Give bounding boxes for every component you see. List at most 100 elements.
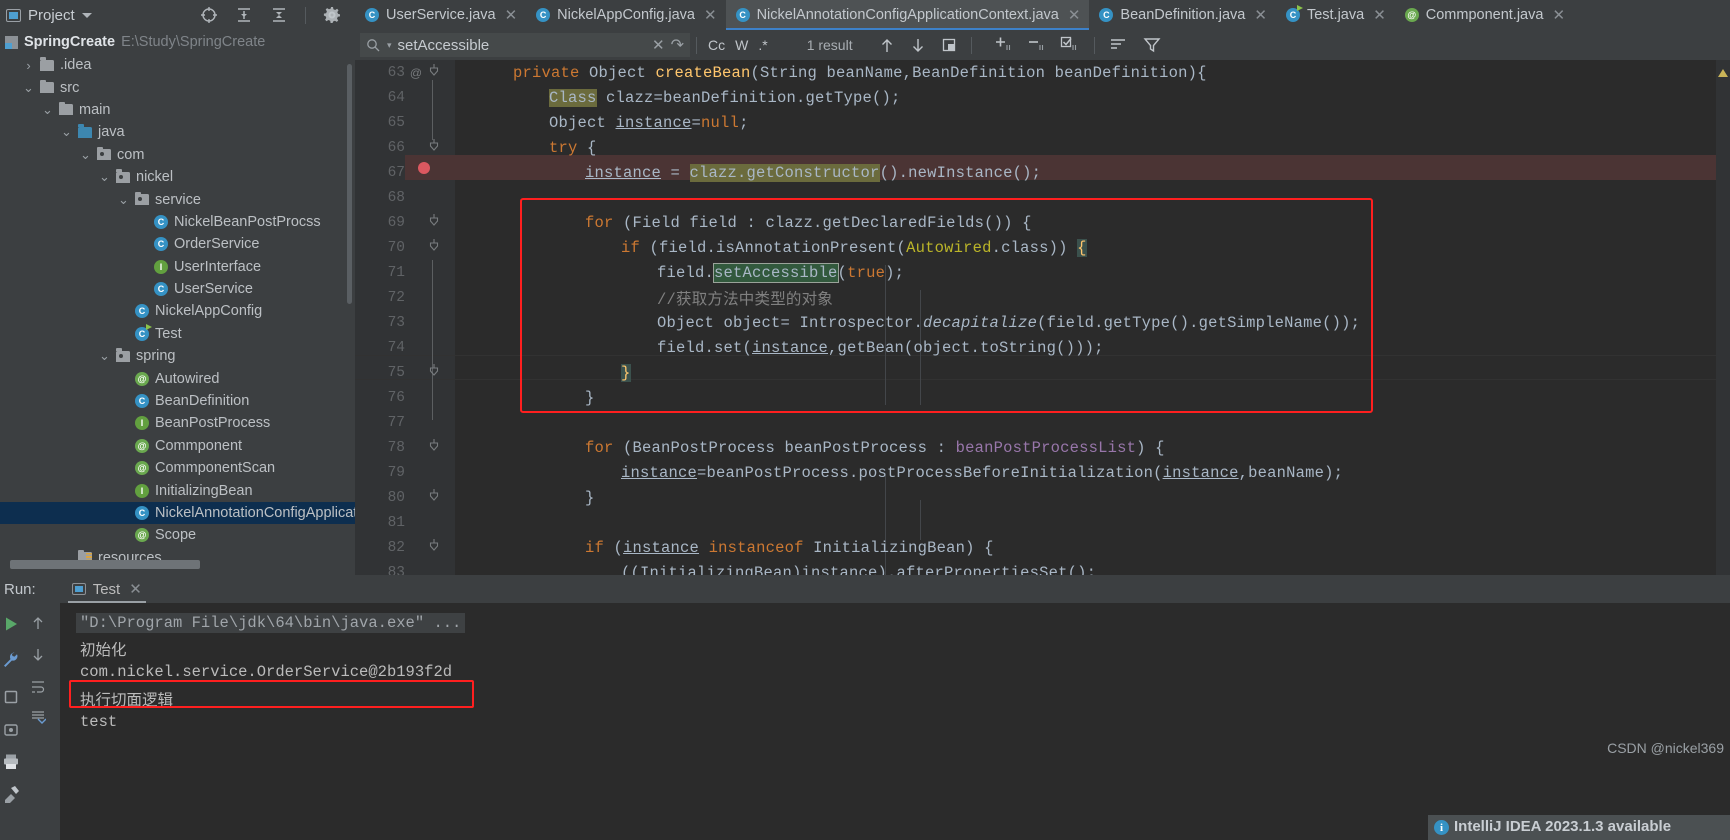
- tree-item-nickelbeanpostprocss[interactable]: C NickelBeanPostProcss: [0, 211, 355, 233]
- fold-region-icon[interactable]: [425, 63, 443, 82]
- search-input[interactable]: ▾ setAccessible ✕ ↷: [360, 33, 690, 57]
- scroll-to-end-icon[interactable]: [30, 709, 46, 725]
- close-icon[interactable]: ✕: [704, 6, 717, 24]
- close-icon[interactable]: ✕: [505, 6, 518, 24]
- fold-region-icon[interactable]: [425, 238, 443, 257]
- tree-item-nickelannotationconfigapplicatio[interactable]: C NickelAnnotationConfigApplicatio: [0, 501, 355, 525]
- stop-icon[interactable]: [2, 688, 20, 706]
- filter-icon[interactable]: [1143, 36, 1161, 54]
- tree-item--idea[interactable]: › .idea: [0, 54, 355, 76]
- clear-all-icon[interactable]: [2, 785, 20, 803]
- annotation-gutter-icon[interactable]: @: [407, 66, 425, 80]
- fold-region-icon[interactable]: [425, 213, 443, 232]
- scroll-up-icon[interactable]: [30, 615, 46, 631]
- code-line[interactable]: 82 if (instance instanceof InitializingBe…: [355, 535, 1730, 560]
- close-icon[interactable]: ✕: [129, 580, 142, 598]
- breakpoint-icon[interactable]: [418, 162, 430, 174]
- code-line[interactable]: 77: [355, 410, 1730, 435]
- tree-item-beanpostprocess[interactable]: I BeanPostProcess: [0, 412, 355, 434]
- chevron-down-icon[interactable]: ⌄: [80, 147, 91, 163]
- project-root-row[interactable]: SpringCreate E:\Study\SpringCreate: [0, 30, 355, 54]
- fold-region-icon[interactable]: [425, 538, 443, 557]
- chevron-right-icon[interactable]: ›: [23, 58, 34, 73]
- check-lines-icon[interactable]: [1060, 36, 1078, 54]
- code-editor[interactable]: 63 @ private Object createBean(String bean…: [355, 60, 1730, 575]
- chevron-down-icon[interactable]: ⌄: [23, 80, 34, 96]
- regex-option[interactable]: .*: [753, 37, 772, 53]
- filter-lines-icon[interactable]: [1109, 36, 1127, 54]
- clear-search-icon[interactable]: ✕: [652, 36, 665, 54]
- editor-tab-2[interactable]: C NickelAnnotationConfigApplicationConte…: [725, 0, 1090, 30]
- next-match-icon[interactable]: [910, 37, 926, 54]
- words-option[interactable]: W: [730, 37, 753, 53]
- close-icon[interactable]: ✕: [1373, 6, 1386, 24]
- wrench-icon[interactable]: [2, 651, 20, 669]
- fold-region-icon[interactable]: [425, 363, 443, 382]
- tree-item-userservice[interactable]: C UserService: [0, 278, 355, 300]
- tree-item-commponentscan[interactable]: @ CommponentScan: [0, 457, 355, 479]
- run-tab-test[interactable]: Test ✕: [64, 575, 150, 603]
- editor-tab-3[interactable]: C BeanDefinition.java ✕: [1089, 0, 1276, 30]
- code-line[interactable]: 83 ((InitializingBean)instance).afterProp…: [355, 560, 1730, 576]
- run-icon[interactable]: [2, 615, 20, 633]
- code-line[interactable]: 63 @ private Object createBean(String bean…: [355, 60, 1730, 85]
- tree-item-com[interactable]: ⌄ com: [0, 144, 355, 166]
- fold-region-icon[interactable]: [425, 488, 443, 507]
- notification-popup[interactable]: i IntelliJ IDEA 2023.1.3 available: [1428, 815, 1730, 840]
- project-tool-window-button[interactable]: Project: [6, 3, 92, 27]
- tree-item-beandefinition[interactable]: C BeanDefinition: [0, 390, 355, 412]
- project-scrollbar[interactable]: [347, 64, 352, 304]
- match-case-option[interactable]: Cc: [703, 37, 730, 53]
- code-line[interactable]: 81: [355, 510, 1730, 535]
- tree-item-scope[interactable]: @ Scope: [0, 524, 355, 546]
- chevron-down-icon[interactable]: ⌄: [99, 348, 110, 364]
- new-line-icon[interactable]: ↷: [671, 35, 684, 55]
- tree-item-java[interactable]: ⌄ java: [0, 121, 355, 143]
- tree-item-service[interactable]: ⌄ service: [0, 188, 355, 210]
- tree-item-initializingbean[interactable]: I InitializingBean: [0, 479, 355, 501]
- console-output[interactable]: "D:\Program File\jdk\64\bin\java.exe" ..…: [60, 603, 1730, 840]
- code-line[interactable]: 66 try {: [355, 135, 1730, 160]
- add-line-icon[interactable]: [994, 36, 1012, 54]
- tree-item-nickelappconfig[interactable]: C NickelAppConfig: [0, 300, 355, 322]
- warning-marker-icon[interactable]: [1718, 69, 1728, 77]
- tree-item-autowired[interactable]: @ Autowired: [0, 367, 355, 389]
- code-line[interactable]: 64 Class clazz=beanDefinition.getType();: [355, 85, 1730, 110]
- code-line[interactable]: 79 instance=beanPostProcess.postProcessBe…: [355, 460, 1730, 485]
- tree-item-userinterface[interactable]: I UserInterface: [0, 256, 355, 278]
- chevron-down-icon[interactable]: ⌄: [42, 102, 53, 118]
- locate-icon[interactable]: [200, 6, 218, 24]
- close-icon[interactable]: ✕: [1552, 6, 1565, 24]
- tree-item-test[interactable]: C Test: [0, 323, 355, 345]
- expand-all-icon[interactable]: [235, 6, 253, 24]
- tree-item-src[interactable]: ⌄ src: [0, 76, 355, 98]
- scroll-down-icon[interactable]: [30, 647, 46, 663]
- tree-item-spring[interactable]: ⌄ spring: [0, 345, 355, 367]
- suspend-icon[interactable]: [2, 721, 20, 739]
- code-line[interactable]: 78 for (BeanPostProcess beanPostProcess :…: [355, 435, 1730, 460]
- editor-tab-5[interactable]: @ Commponent.java ✕: [1395, 0, 1574, 30]
- chevron-down-icon[interactable]: ⌄: [99, 169, 110, 185]
- print-icon[interactable]: [2, 753, 20, 771]
- remove-line-icon[interactable]: [1027, 36, 1045, 54]
- prev-match-icon[interactable]: [879, 37, 895, 54]
- close-icon[interactable]: ✕: [1254, 6, 1267, 24]
- tree-item-nickel[interactable]: ⌄ nickel: [0, 166, 355, 188]
- close-icon[interactable]: ✕: [1068, 6, 1081, 24]
- editor-tab-4[interactable]: C Test.java ✕: [1276, 0, 1395, 30]
- select-all-occurrences-icon[interactable]: [941, 37, 957, 53]
- chevron-down-icon[interactable]: ⌄: [61, 124, 72, 140]
- editor-tab-1[interactable]: C NickelAppConfig.java ✕: [526, 0, 725, 30]
- search-history-chevron-icon[interactable]: ▾: [387, 40, 392, 51]
- tree-item-orderservice[interactable]: C OrderService: [0, 233, 355, 255]
- tree-item-main[interactable]: ⌄ main: [0, 99, 355, 121]
- code-line[interactable]: 80}: [355, 485, 1730, 510]
- collapse-all-icon[interactable]: [270, 6, 288, 24]
- settings-gear-icon[interactable]: [323, 6, 341, 24]
- editor-tab-0[interactable]: C UserService.java ✕: [355, 0, 526, 30]
- soft-wrap-icon[interactable]: [30, 679, 46, 695]
- error-stripe-marker-bar[interactable]: [1716, 60, 1730, 575]
- code-line[interactable]: 65 Object instance=null;: [355, 110, 1730, 135]
- chevron-down-icon[interactable]: [81, 12, 92, 18]
- tree-item-commponent[interactable]: @ Commponent: [0, 435, 355, 457]
